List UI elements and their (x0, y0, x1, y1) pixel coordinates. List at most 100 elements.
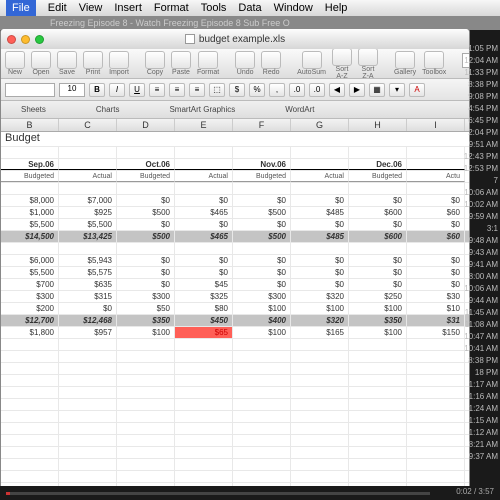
font-color-button[interactable]: A (409, 83, 425, 97)
cell[interactable] (175, 423, 233, 434)
cell[interactable] (233, 351, 291, 362)
cell[interactable]: $165 (291, 327, 349, 338)
sort-za-button[interactable] (358, 48, 378, 66)
decimal-inc-button[interactable]: .0 (289, 83, 305, 97)
cell[interactable]: $0 (117, 255, 175, 266)
cell[interactable]: $0 (407, 267, 465, 278)
cell[interactable] (233, 183, 291, 194)
cell[interactable] (349, 459, 407, 470)
cell[interactable] (233, 339, 291, 350)
worksheet-area[interactable]: BCDEFGHI Budget Sep.06Oct.06Nov.06Dec.06… (1, 119, 469, 487)
cell[interactable]: $45 (175, 279, 233, 290)
cell[interactable] (117, 399, 175, 410)
sub-header[interactable]: Budgeted (233, 171, 291, 182)
cell[interactable]: $5,500 (1, 267, 59, 278)
cell[interactable] (1, 243, 59, 254)
cell[interactable] (233, 387, 291, 398)
cell[interactable]: $13,425 (59, 231, 117, 242)
close-button[interactable] (7, 35, 16, 44)
cell[interactable]: $5,500 (59, 219, 117, 230)
cell[interactable] (175, 243, 233, 254)
cell[interactable]: $700 (1, 279, 59, 290)
cell[interactable]: $350 (117, 315, 175, 326)
cell[interactable]: $635 (59, 279, 117, 290)
month-header[interactable] (59, 159, 117, 170)
cell[interactable]: $0 (117, 267, 175, 278)
paste-button[interactable] (171, 51, 191, 69)
cell[interactable]: $0 (291, 195, 349, 206)
cell[interactable]: $200 (1, 303, 59, 314)
column-header[interactable]: I (407, 119, 465, 131)
cell[interactable]: $500 (117, 207, 175, 218)
copy-button[interactable] (145, 51, 165, 69)
cell[interactable]: $14,500 (1, 231, 59, 242)
underline-button[interactable]: U (129, 83, 145, 97)
cell[interactable]: $12,700 (1, 315, 59, 326)
seek-track[interactable] (6, 492, 430, 495)
cell[interactable]: $0 (117, 279, 175, 290)
cell[interactable]: $320 (291, 315, 349, 326)
bold-button[interactable]: B (89, 83, 105, 97)
cell[interactable] (233, 363, 291, 374)
cell[interactable] (349, 435, 407, 446)
format-button[interactable] (198, 51, 218, 69)
cell[interactable]: $300 (233, 291, 291, 302)
cell[interactable] (59, 411, 117, 422)
cell[interactable] (291, 435, 349, 446)
cell[interactable]: $60 (407, 231, 465, 242)
menu-view[interactable]: View (79, 2, 103, 14)
cell[interactable]: $100 (291, 303, 349, 314)
indent-inc-button[interactable]: ▶ (349, 83, 365, 97)
cell[interactable]: $100 (117, 327, 175, 338)
cell[interactable] (175, 387, 233, 398)
menu-help[interactable]: Help (325, 2, 348, 14)
column-header[interactable]: C (59, 119, 117, 131)
ribbon-tab-smartart[interactable]: SmartArt Graphics (159, 105, 245, 114)
cell[interactable]: $400 (233, 315, 291, 326)
borders-button[interactable]: ▦ (369, 83, 385, 97)
cell[interactable] (1, 471, 59, 482)
cell[interactable] (117, 351, 175, 362)
sub-header[interactable]: Budgeted (1, 171, 59, 182)
cell[interactable]: $320 (291, 291, 349, 302)
column-header[interactable]: B (1, 119, 59, 131)
cell[interactable] (407, 435, 465, 446)
sheet-title-cell[interactable]: Budget (1, 132, 469, 147)
sub-header[interactable]: Budgeted (117, 171, 175, 182)
cell[interactable] (117, 411, 175, 422)
cell[interactable] (349, 351, 407, 362)
cell[interactable] (349, 387, 407, 398)
cell[interactable]: $0 (349, 195, 407, 206)
cell[interactable] (291, 459, 349, 470)
cell[interactable]: $0 (117, 219, 175, 230)
cell[interactable]: $7,000 (59, 195, 117, 206)
cell[interactable] (407, 387, 465, 398)
cell[interactable] (407, 447, 465, 458)
cell[interactable]: $0 (233, 255, 291, 266)
cell[interactable] (117, 339, 175, 350)
import-button[interactable] (109, 51, 129, 69)
cell[interactable] (233, 375, 291, 386)
cell[interactable] (117, 423, 175, 434)
cell[interactable] (291, 147, 349, 158)
cell[interactable]: $0 (349, 279, 407, 290)
cell[interactable]: $300 (117, 291, 175, 302)
cell[interactable]: $1,000 (1, 207, 59, 218)
cell[interactable] (349, 411, 407, 422)
cell[interactable] (59, 447, 117, 458)
month-header[interactable] (407, 159, 465, 170)
cell[interactable] (1, 399, 59, 410)
cell[interactable]: $12,468 (59, 315, 117, 326)
cell[interactable] (175, 399, 233, 410)
align-left-button[interactable]: ≡ (149, 83, 165, 97)
cell[interactable]: $925 (59, 207, 117, 218)
cell[interactable]: $250 (349, 291, 407, 302)
cell[interactable]: $30 (407, 291, 465, 302)
column-header[interactable]: F (233, 119, 291, 131)
cell[interactable] (59, 243, 117, 254)
cell[interactable] (291, 447, 349, 458)
cell[interactable] (349, 447, 407, 458)
cell[interactable] (1, 363, 59, 374)
cell[interactable]: $500 (233, 207, 291, 218)
cell[interactable] (1, 339, 59, 350)
